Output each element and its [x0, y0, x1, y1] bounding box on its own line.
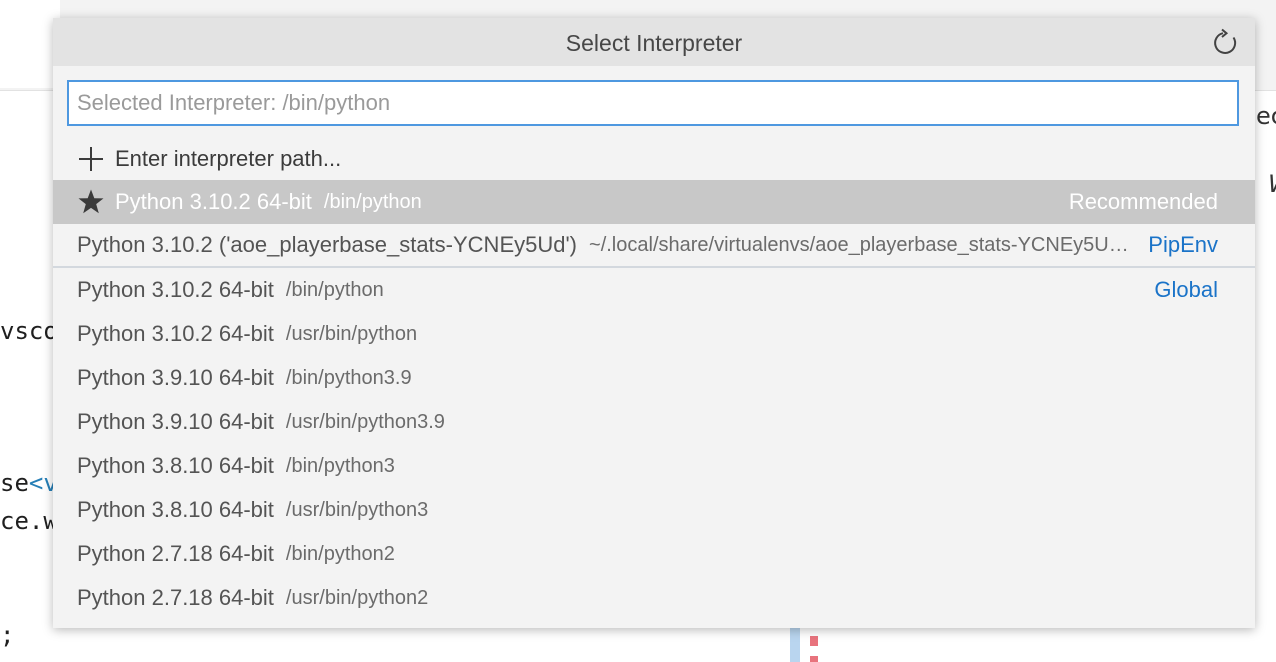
interpreter-label: Python 3.8.10 64-bit	[77, 497, 274, 522]
interpreter-item[interactable]: Python 2.7.18 64-bit /bin/python2	[53, 532, 1255, 576]
editor-tab[interactable]	[0, 0, 60, 88]
interpreter-path: /usr/bin/python3.9	[285, 410, 445, 433]
code-line: ce.w	[0, 506, 58, 536]
ruler-selection-mark	[790, 628, 800, 662]
interpreter-label: Python 3.9.10 64-bit	[77, 409, 274, 434]
code-line: vsco	[0, 316, 58, 346]
code-text: vsco	[0, 317, 58, 345]
interpreter-item[interactable]: Python 3.9.10 64-bit /usr/bin/python3.9	[53, 400, 1255, 444]
code-text: se	[0, 469, 29, 497]
interpreter-item-recommended[interactable]: Python 3.10.2 64-bit /bin/python Recomme…	[53, 180, 1255, 224]
interpreter-label: Python 2.7.18 64-bit	[77, 541, 274, 566]
interpreter-tag: Global	[1154, 277, 1218, 302]
interpreter-label: Python 3.9.10 64-bit	[77, 365, 274, 390]
interpreter-item[interactable]: Python 3.9.10 64-bit /bin/python3.9	[53, 356, 1255, 400]
interpreter-path: /usr/bin/python	[285, 322, 418, 345]
code-text: ;	[0, 621, 15, 649]
interpreter-item[interactable]: Python 3.8.10 64-bit /bin/python3	[53, 444, 1255, 488]
interpreter-path: ~/.local/share/virtualenvs/aoe_playerbas…	[589, 233, 1133, 256]
editor-text-fragment: ec	[1256, 102, 1276, 130]
interpreter-list: Enter interpreter path... Python 3.10.2 …	[53, 138, 1255, 620]
interpreter-path: /bin/python2	[285, 542, 395, 565]
code-line: se<v	[0, 468, 58, 498]
enter-interpreter-path-item[interactable]: Enter interpreter path...	[53, 138, 1255, 180]
interpreter-tag: Recommended	[1068, 189, 1218, 214]
interpreter-path: /usr/bin/python3	[285, 498, 429, 521]
interpreter-item[interactable]: Python 3.10.2 64-bit /usr/bin/python	[53, 312, 1255, 356]
interpreter-path: /bin/python3.9	[285, 366, 412, 389]
add-item-label: Enter interpreter path...	[115, 146, 342, 171]
ruler-error-mark	[810, 656, 818, 662]
quickpick-title: Select Interpreter	[53, 18, 1255, 66]
select-interpreter-quickpick: Select Interpreter Enter interpreter pat…	[53, 18, 1255, 628]
interpreter-label: Python 3.8.10 64-bit	[77, 453, 274, 478]
code-line: ;	[0, 620, 14, 650]
interpreter-label: Python 3.10.2 64-bit	[115, 189, 312, 214]
interpreter-path: /bin/python	[323, 190, 422, 213]
interpreter-label: Python 2.7.18 64-bit	[77, 585, 274, 610]
interpreter-label: Python 3.10.2 64-bit	[77, 277, 274, 302]
ruler-error-mark	[810, 636, 818, 646]
editor-text-fragment: W	[1268, 170, 1276, 198]
interpreter-tag: PipEnv	[1148, 232, 1218, 257]
interpreter-item[interactable]: Python 3.10.2 64-bit /bin/python Global	[53, 268, 1255, 312]
star-icon	[77, 188, 105, 216]
refresh-icon[interactable]	[1211, 28, 1241, 58]
interpreter-item[interactable]: Python 3.10.2 ('aoe_playerbase_stats-YCN…	[53, 224, 1255, 268]
interpreter-item[interactable]: Python 3.8.10 64-bit /usr/bin/python3	[53, 488, 1255, 532]
overview-ruler[interactable]	[790, 628, 820, 662]
interpreter-path: /bin/python	[285, 278, 384, 301]
interpreter-path: /usr/bin/python2	[285, 586, 429, 609]
interpreter-label: Python 3.10.2 ('aoe_playerbase_stats-YCN…	[77, 232, 578, 257]
interpreter-path: /bin/python3	[285, 454, 395, 477]
interpreter-item[interactable]: Python 2.7.18 64-bit /usr/bin/python2	[53, 576, 1255, 620]
code-text: ce.w	[0, 507, 58, 535]
interpreter-search-input[interactable]	[67, 80, 1239, 126]
plus-icon	[77, 145, 105, 173]
interpreter-label: Python 3.10.2 64-bit	[77, 321, 274, 346]
